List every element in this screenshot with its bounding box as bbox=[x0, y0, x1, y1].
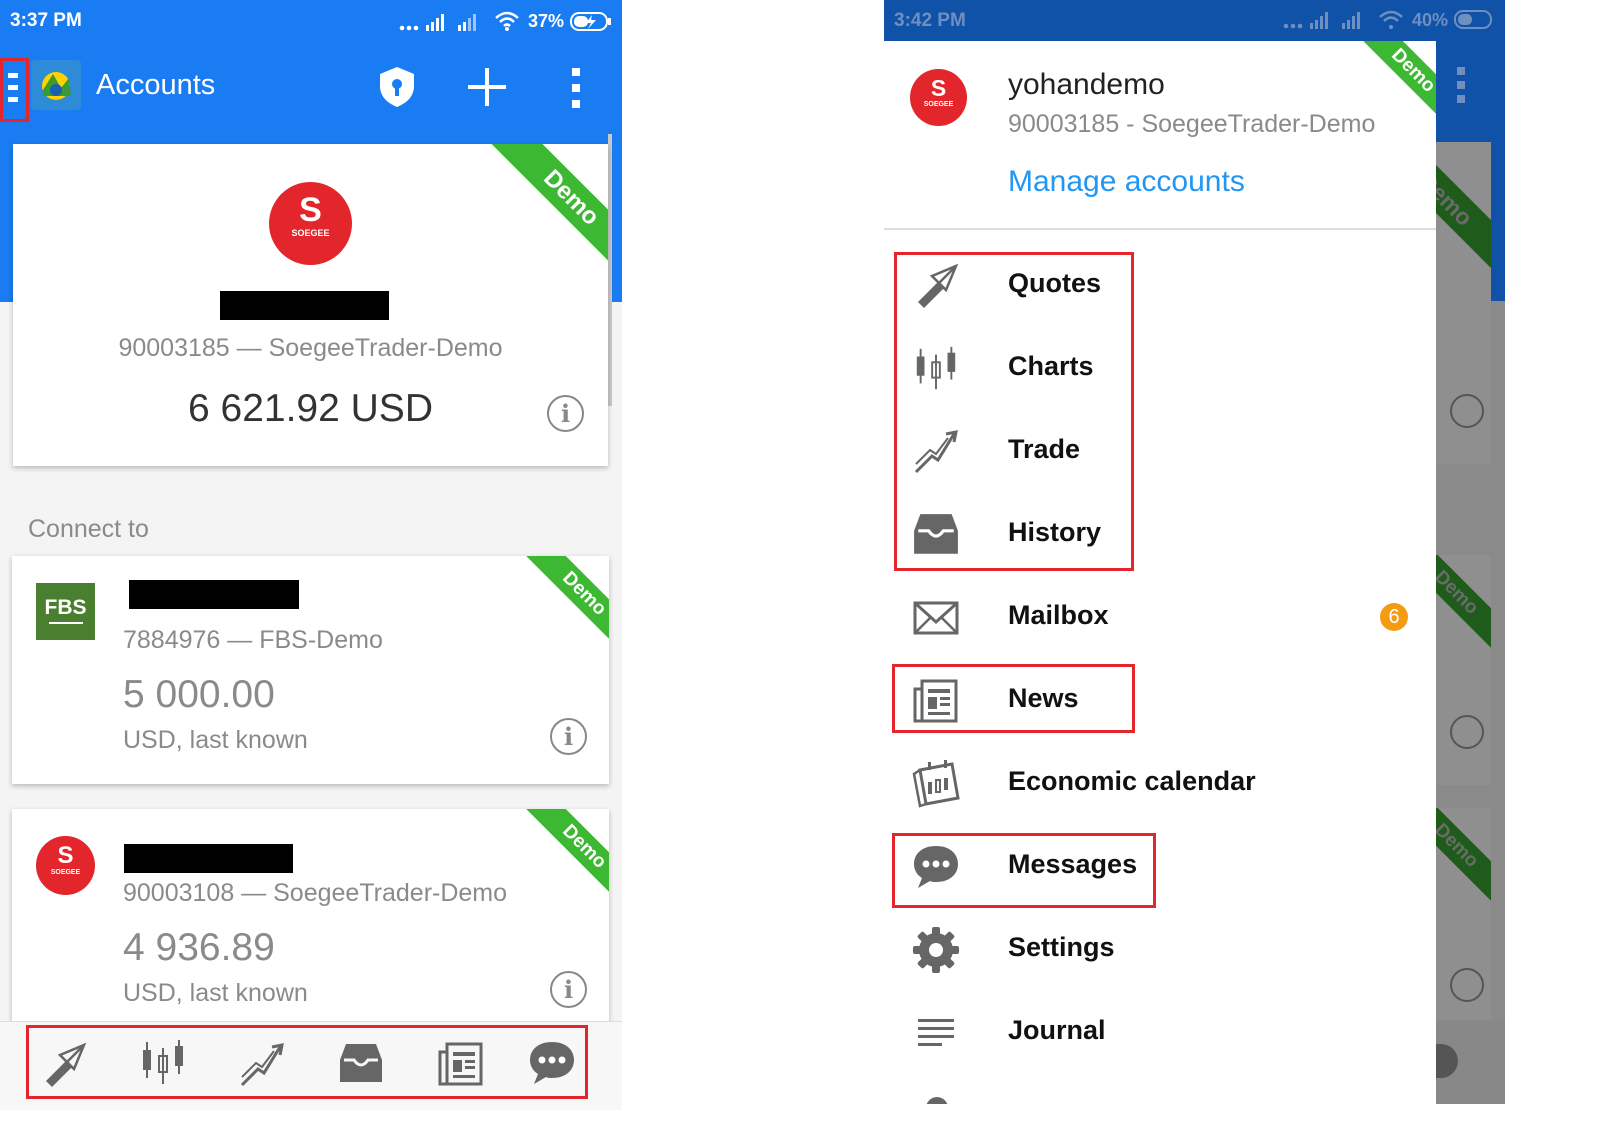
demo-badge: Demo bbox=[491, 144, 608, 274]
battery-percent: 37% bbox=[528, 11, 565, 31]
shield-icon[interactable] bbox=[378, 66, 416, 108]
connect-to-label: Connect to bbox=[28, 515, 149, 543]
dimmed-card: Demo bbox=[1436, 555, 1491, 785]
signal-icon bbox=[399, 14, 476, 31]
account-balance: 4 936.89 bbox=[123, 926, 275, 969]
account-balance: 5 000.00 bbox=[123, 673, 275, 716]
dimmed-card: Demo bbox=[1436, 142, 1491, 464]
account-balance: 6 621.92 USD bbox=[188, 387, 433, 430]
account-card-soegee[interactable]: Demo S SOEGEE 90003108 — SoegeeTrader-De… bbox=[12, 809, 609, 1039]
main-account-card[interactable]: Demo S SOEGEE 90003185 — SoegeeTrader-De… bbox=[13, 144, 608, 466]
menu-item-economic-calendar[interactable]: Economic calendar bbox=[884, 742, 1436, 825]
demo-badge: Demo bbox=[521, 556, 609, 652]
menu-item-label: Economic calendar bbox=[1008, 766, 1256, 796]
highlight-box-menu bbox=[0, 58, 29, 122]
page-title: Accounts bbox=[96, 69, 216, 101]
dimmed-bottom-nav bbox=[1436, 1020, 1505, 1104]
menu-item-settings[interactable]: Settings bbox=[884, 908, 1436, 991]
manage-accounts-link[interactable]: Manage accounts bbox=[1008, 165, 1245, 199]
battery-icon bbox=[1454, 10, 1492, 29]
menu-item-mailbox[interactable]: Mailbox 6 bbox=[884, 576, 1436, 659]
left-screen: 3:37 PM 37% Accounts Demo S SOEGEE 90003… bbox=[0, 0, 622, 1110]
highlight-box-trading bbox=[894, 252, 1134, 571]
mailbox-icon bbox=[913, 601, 959, 635]
soegee-logo: S SOEGEE bbox=[269, 182, 352, 265]
highlight-box-bottom-nav bbox=[26, 1025, 588, 1099]
status-bar: 3:37 PM 37% bbox=[0, 0, 622, 44]
right-screen: 3:42 PM 40% Demo Demo Demo Demo S SOEGEE… bbox=[884, 0, 1505, 1104]
highlight-box-news bbox=[892, 664, 1135, 733]
account-number-server: 7884976 — FBS-Demo bbox=[123, 626, 383, 654]
menu-item-label: Mailbox bbox=[1008, 600, 1109, 630]
signal-icon bbox=[1283, 12, 1360, 29]
soegee-logo: S SOEGEE bbox=[910, 69, 967, 126]
dimmed-card: Demo bbox=[1436, 808, 1491, 1020]
demo-badge: Demo bbox=[521, 809, 609, 905]
navigation-drawer: Demo S SOEGEE yohandemo 90003185 - Soege… bbox=[884, 41, 1436, 1104]
balance-note: USD, last known bbox=[123, 979, 308, 1007]
highlight-box-messages bbox=[892, 833, 1156, 908]
balance-note: USD, last known bbox=[123, 726, 308, 754]
divider bbox=[884, 228, 1436, 230]
status-bar: 3:42 PM 40% bbox=[884, 0, 1505, 41]
account-number-server: 90003185 — SoegeeTrader-Demo bbox=[118, 334, 503, 362]
info-icon[interactable]: i bbox=[550, 971, 587, 1008]
mailbox-count-badge: 6 bbox=[1380, 603, 1408, 631]
menu-item-journal[interactable]: Journal bbox=[884, 991, 1436, 1074]
soegee-logo: S SOEGEE bbox=[36, 836, 95, 895]
account-number-server: 90003185 - SoegeeTrader-Demo bbox=[1008, 110, 1376, 138]
more-icon bbox=[1457, 67, 1465, 103]
status-time: 3:42 PM bbox=[894, 10, 966, 31]
fbs-logo: FBS bbox=[36, 583, 95, 640]
app-logo-icon bbox=[31, 60, 81, 110]
calendar-icon bbox=[912, 760, 960, 808]
app-bar: Accounts bbox=[0, 44, 622, 134]
more-icon[interactable] bbox=[568, 66, 584, 110]
journal-icon bbox=[918, 1019, 954, 1046]
add-icon[interactable] bbox=[466, 66, 508, 108]
battery-icon bbox=[570, 12, 611, 31]
info-icon[interactable]: i bbox=[550, 718, 587, 755]
wifi-icon bbox=[495, 11, 519, 31]
redacted-name bbox=[129, 580, 299, 609]
account-username: yohandemo bbox=[1008, 68, 1165, 101]
status-time: 3:37 PM bbox=[10, 10, 82, 31]
gear-icon bbox=[913, 927, 959, 973]
partial-menu-icon bbox=[924, 1091, 950, 1104]
battery-percent: 40% bbox=[1412, 10, 1449, 30]
scrollbar[interactable] bbox=[608, 134, 612, 406]
wifi-icon bbox=[1379, 10, 1403, 29]
redacted-name bbox=[124, 844, 293, 873]
menu-item-label: Journal bbox=[1008, 1015, 1106, 1045]
info-icon[interactable]: i bbox=[547, 395, 584, 432]
menu-item-label: Settings bbox=[1008, 932, 1115, 962]
account-card-fbs[interactable]: Demo FBS 7884976 — FBS-Demo 5 000.00 USD… bbox=[12, 556, 609, 784]
redacted-name bbox=[220, 291, 389, 320]
account-number-server: 90003108 — SoegeeTrader-Demo bbox=[123, 879, 508, 907]
